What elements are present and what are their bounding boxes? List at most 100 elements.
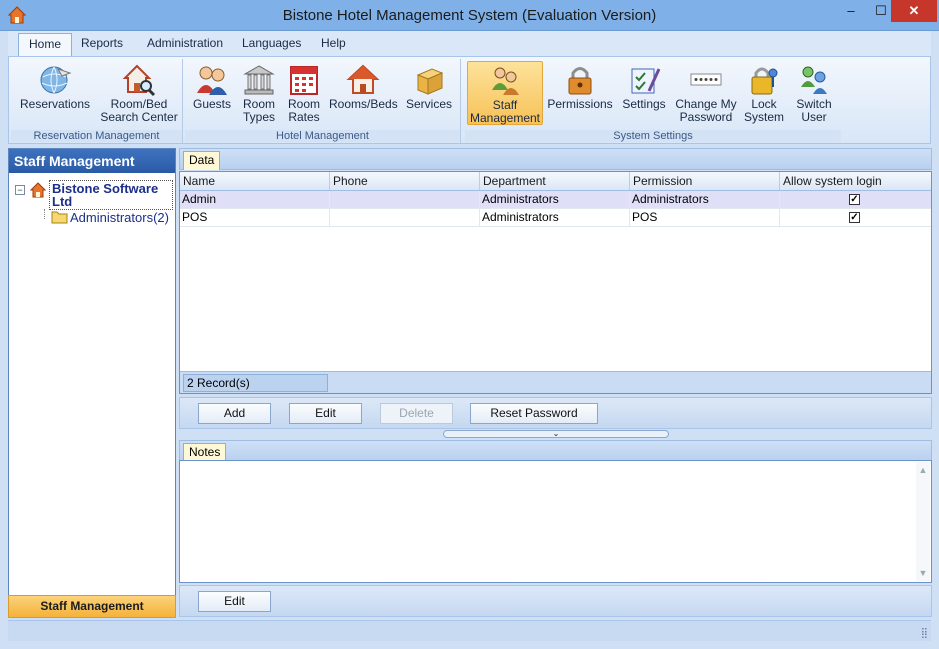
change-password-button[interactable]: Change My Password xyxy=(675,61,737,124)
panel-header: Staff Management xyxy=(9,149,175,173)
data-tab-strip: Data xyxy=(179,148,932,170)
room-types-label-2: Types xyxy=(242,110,275,124)
switch-user-label-2: User xyxy=(801,110,827,124)
tree-collapse-toggle[interactable]: − xyxy=(15,185,25,195)
cell-name: Admin xyxy=(180,191,330,208)
tab-home[interactable]: Home xyxy=(18,33,73,56)
staff-management-label-2: Management xyxy=(469,111,541,125)
padlock-icon xyxy=(568,67,592,95)
administrators-count: (2) xyxy=(153,210,169,225)
column-header-department[interactable]: Department xyxy=(480,172,630,190)
rooms-beds-button[interactable]: Rooms/Beds xyxy=(329,61,398,111)
switch-user-button[interactable]: Switch User xyxy=(791,61,837,124)
staff-management-button[interactable]: Staff Management xyxy=(467,61,543,125)
cell-phone xyxy=(330,209,480,226)
room-rates-label-2: Rates xyxy=(288,110,320,124)
settings-label: Settings xyxy=(622,97,666,111)
column-header-permission[interactable]: Permission xyxy=(630,172,780,190)
room-bed-search-button[interactable]: Room/Bed Search Center xyxy=(99,61,179,124)
add-button[interactable]: Add xyxy=(198,403,271,424)
ribbon-group-hotel: Guests Room Types Room Rates Rooms/Beds … xyxy=(185,59,461,143)
record-count: 2 Record(s) xyxy=(183,374,328,392)
room-types-button[interactable]: Room Types xyxy=(237,61,281,124)
grid-status-bar: 2 Record(s) xyxy=(180,371,931,393)
window-title: Bistone Hotel Management System (Evaluat… xyxy=(282,7,657,24)
status-bar: ⣿ xyxy=(8,620,931,641)
reservation-management-group-label: Reservation Management xyxy=(11,130,182,142)
guests-label: Guests xyxy=(192,97,231,111)
staff-icon xyxy=(492,67,519,95)
grid-header-row: Name Phone Department Permission Allow s… xyxy=(180,172,931,191)
resize-grip-icon[interactable]: ⣿ xyxy=(921,628,928,639)
table-row[interactable]: Admin Administrators Administrators ✓ xyxy=(180,191,931,209)
lock-system-button[interactable]: Lock System xyxy=(741,61,787,124)
box-icon xyxy=(416,68,444,95)
permissions-button[interactable]: Permissions xyxy=(547,61,613,111)
cell-department: Administrators xyxy=(480,209,630,226)
staff-management-nav-button[interactable]: Staff Management xyxy=(8,595,176,618)
reservations-button[interactable]: Reservations xyxy=(15,61,95,111)
permissions-label: Permissions xyxy=(547,97,613,111)
guests-icon xyxy=(197,66,227,95)
switch-user-icon xyxy=(801,66,827,94)
tab-data[interactable]: Data xyxy=(183,151,221,170)
tab-reports[interactable]: Reports xyxy=(71,33,133,56)
lock-system-label-2: System xyxy=(743,110,784,124)
change-password-label-2: Password xyxy=(679,110,733,124)
reservations-label: Reservations xyxy=(19,97,91,111)
guests-button[interactable]: Guests xyxy=(189,61,235,111)
tree-child-label: Administrators(2) xyxy=(70,210,169,225)
system-settings-group-label: System Settings xyxy=(465,130,841,142)
cell-permission: POS xyxy=(630,209,780,226)
notes-edit-button[interactable]: Edit xyxy=(198,591,271,612)
building-columns-icon xyxy=(243,65,275,95)
reservations-globe-icon xyxy=(40,66,72,94)
column-header-name[interactable]: Name xyxy=(180,172,330,190)
ribbon-panel: Reservations Room/Bed Search Center Rese… xyxy=(8,56,931,144)
column-header-allow-login[interactable]: Allow system login xyxy=(780,172,931,190)
notes-button-bar: Edit xyxy=(179,585,932,617)
scroll-up-arrow-icon[interactable]: ▲ xyxy=(916,465,930,475)
folder-icon xyxy=(51,211,68,224)
cell-permission: Administrators xyxy=(630,191,780,208)
room-bed-search-label-2: Search Center xyxy=(100,110,178,124)
table-row[interactable]: POS Administrators POS ✓ xyxy=(180,209,931,227)
cell-name: POS xyxy=(180,209,330,226)
services-button[interactable]: Services xyxy=(401,61,457,111)
hotel-management-group-label: Hotel Management xyxy=(185,130,460,142)
notes-tab-strip: Notes xyxy=(179,440,932,462)
settings-button[interactable]: Settings xyxy=(617,61,671,111)
delete-button[interactable]: Delete xyxy=(380,403,453,424)
tab-languages[interactable]: Languages xyxy=(232,33,311,56)
tree-node-company[interactable]: − Bistone Software Ltd xyxy=(15,180,173,210)
cell-department: Administrators xyxy=(480,191,630,208)
tab-help[interactable]: Help xyxy=(311,33,356,56)
allow-login-checkbox[interactable]: ✓ xyxy=(849,194,860,205)
title-bar: Bistone Hotel Management System (Evaluat… xyxy=(0,0,939,31)
action-button-bar: Add Edit Delete Reset Password xyxy=(179,397,932,429)
allow-login-checkbox[interactable]: ✓ xyxy=(849,212,860,223)
ribbon-tab-bar: Home Reports Administration Languages He… xyxy=(8,31,931,56)
tab-administration[interactable]: Administration xyxy=(137,33,233,56)
calendar-icon xyxy=(290,66,318,95)
house-search-icon xyxy=(122,64,156,97)
edit-button[interactable]: Edit xyxy=(289,403,362,424)
services-label: Services xyxy=(405,97,452,111)
scroll-down-arrow-icon[interactable]: ▼ xyxy=(916,568,930,578)
column-header-phone[interactable]: Phone xyxy=(330,172,480,190)
tree-connector xyxy=(44,209,45,219)
password-field-icon xyxy=(690,73,722,86)
company-label[interactable]: Bistone Software Ltd xyxy=(49,180,173,210)
room-rates-button[interactable]: Room Rates xyxy=(283,61,325,124)
minimize-button[interactable]: ‒ xyxy=(836,0,866,22)
settings-checklist-icon xyxy=(631,68,661,94)
lock-key-icon xyxy=(751,67,778,95)
ribbon-group-reservation: Reservations Room/Bed Search Center Rese… xyxy=(11,59,183,143)
close-button[interactable]: ✕ xyxy=(891,0,937,22)
notes-scrollbar[interactable]: ▲ ▼ xyxy=(916,462,930,581)
reset-password-button[interactable]: Reset Password xyxy=(470,403,598,424)
company-house-icon xyxy=(30,182,46,198)
panel-splitter[interactable]: ⌄ xyxy=(443,430,669,438)
notes-textarea[interactable]: ▲ ▼ xyxy=(179,460,932,583)
cell-phone xyxy=(330,191,480,208)
